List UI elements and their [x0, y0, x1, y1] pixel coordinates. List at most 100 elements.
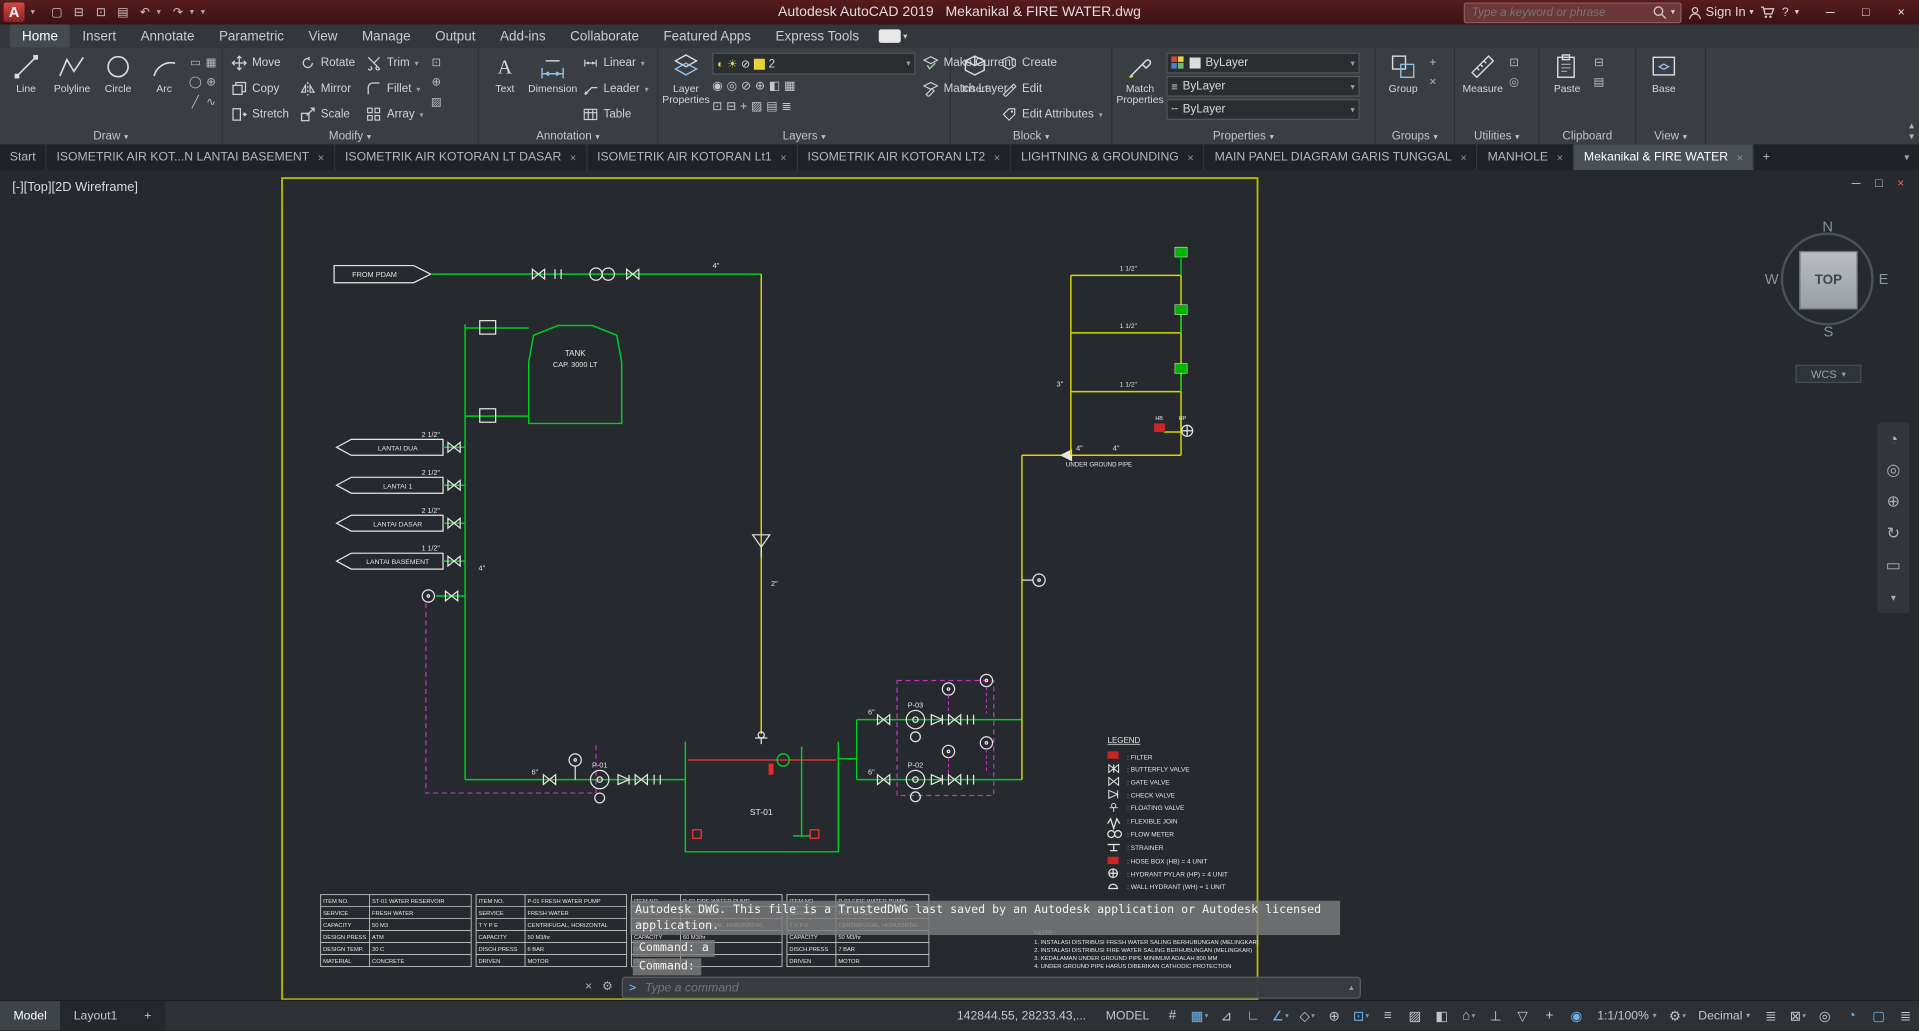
new-tab-button[interactable]: + — [1754, 144, 1778, 170]
search-box[interactable]: ▾ — [1463, 1, 1682, 23]
autocad-logo-icon[interactable]: A — [3, 2, 25, 23]
minimize-button[interactable]: ─ — [1813, 0, 1848, 24]
layer-properties-button[interactable]: Layer Properties — [662, 50, 710, 105]
viewcube-south[interactable]: S — [1824, 323, 1834, 340]
navbar-more-icon[interactable]: ▭ — [1877, 550, 1909, 582]
copy-button[interactable]: Copy — [228, 76, 293, 102]
orbit-icon[interactable]: ↻ — [1877, 518, 1909, 550]
annotation-scale-button[interactable]: 1:1/100% ▾ — [1590, 1009, 1664, 1022]
search-icon[interactable] — [1652, 2, 1667, 22]
units-button[interactable]: Decimal ▾ — [1691, 1009, 1758, 1022]
match-properties-button[interactable]: Match Properties — [1116, 50, 1164, 105]
viewport-controls[interactable]: [-][Top][2D Wireframe] — [12, 180, 138, 195]
array-button[interactable]: Array ▾ — [362, 102, 427, 128]
panel-label-layers[interactable]: Layers ▾ — [658, 129, 949, 145]
object-snap-icon[interactable]: ⊡ ▾ — [1348, 1004, 1375, 1028]
panel-label-annotation[interactable]: Annotation ▾ — [479, 129, 658, 145]
layer-tools-row-2[interactable]: ⊡ ⊟ + ▨ ▤ ≣ — [712, 98, 915, 116]
edit-button[interactable]: Edit — [998, 76, 1107, 102]
tab-featured-apps[interactable]: Featured Apps — [651, 24, 763, 47]
panel-label-modify[interactable]: Modify ▾ — [223, 129, 478, 145]
redo-icon[interactable]: ↷ — [168, 2, 189, 22]
steering-wheel-icon[interactable]: ◔ — [1877, 422, 1909, 454]
polar-tracking-icon[interactable]: ∠ ▾ — [1267, 1004, 1294, 1028]
viewcube-west[interactable]: W — [1765, 270, 1779, 287]
grid-icon[interactable]: # — [1159, 1004, 1186, 1028]
pan-icon[interactable]: ◎ — [1877, 454, 1909, 486]
paste-button[interactable]: Paste — [1544, 50, 1589, 94]
object-color-dropdown[interactable]: ByLayer ▾ — [1166, 52, 1360, 74]
legend[interactable]: LEGEND : FILTER : BUTTERFLY VALVE : GATE… — [1107, 736, 1228, 891]
floor-branch-lantai-1[interactable]: LANTAI 1 2 1/2" — [335, 469, 466, 494]
table-button[interactable]: Table — [579, 102, 652, 128]
quick-properties-icon[interactable]: ≣ — [1757, 1004, 1784, 1028]
layout1-tab[interactable]: Layout1 — [60, 1001, 130, 1030]
layer-lock-icon[interactable]: ⊘ — [741, 57, 750, 70]
doc-close-icon[interactable]: × — [1897, 177, 1904, 190]
command-customize-icon[interactable]: ⚙ — [602, 980, 613, 993]
redo-caret-icon[interactable]: ▾ — [190, 7, 200, 18]
object-snap-tracking-icon[interactable]: ⊕ — [1321, 1004, 1348, 1028]
file-tab[interactable]: LIGHTNING & GROUNDING × — [1011, 144, 1205, 171]
doc-restore-icon[interactable]: □ — [1875, 177, 1882, 190]
rotate-button[interactable]: Rotate — [296, 50, 358, 76]
lineweight-dropdown[interactable]: ≡ ByLayer ▾ — [1166, 75, 1360, 97]
group-button[interactable]: Group — [1381, 50, 1426, 94]
trim-button[interactable]: Trim ▾ — [362, 50, 427, 76]
line-button[interactable]: Line — [5, 50, 47, 94]
workspace-gear-icon[interactable]: ⚙ ▾ — [1664, 1004, 1691, 1028]
viewcube[interactable]: N W E S TOP — [1765, 218, 1889, 340]
draw-extra-tools[interactable]: ▭ ◯ ╱ — [189, 50, 202, 110]
dimension-button[interactable]: Dimension — [528, 50, 577, 94]
hydrant-distribution[interactable]: 4" 4" UNDER GROUND PIPE 1 1/2" 1 1/2" 1 … — [1021, 246, 1194, 468]
tab-collaborate[interactable]: Collaborate — [558, 24, 651, 47]
selection-cycling-icon[interactable]: ◧ — [1428, 1004, 1455, 1028]
modify-extra-tools[interactable]: ⊡ ⊕ ▨ — [431, 50, 442, 110]
fire-riser[interactable] — [1021, 455, 1046, 780]
command-expand-icon[interactable]: ▴ — [1349, 983, 1353, 993]
rooftop-tank[interactable]: TANK CAP. 3000 LT — [465, 320, 623, 425]
close-tab-icon[interactable]: × — [1737, 151, 1743, 163]
command-close-icon[interactable]: × — [585, 980, 592, 993]
search-caret-icon[interactable]: ▾ — [1671, 7, 1675, 18]
file-tab[interactable]: MAIN PANEL DIAGRAM GARIS TUNGGAL × — [1205, 144, 1478, 171]
edit-attributes-button[interactable]: Edit Attributes ▾ — [998, 102, 1107, 128]
tab-home[interactable]: Home — [9, 24, 71, 48]
navbar-caret-icon[interactable]: ▾ — [1877, 581, 1909, 613]
tab-express-tools[interactable]: Express Tools — [763, 24, 871, 47]
tab-manage[interactable]: Manage — [350, 24, 423, 47]
maximize-button[interactable]: □ — [1848, 0, 1883, 24]
groups-extra-tools[interactable]: + × — [1429, 50, 1436, 90]
annotation-visibility-icon[interactable]: ◉ — [1563, 1004, 1590, 1028]
new-file-icon[interactable]: ▢ — [47, 2, 68, 22]
file-tab-active[interactable]: Mekanikal & FIRE WATER × — [1574, 144, 1755, 171]
open-folder-icon[interactable]: ⊟ — [69, 2, 90, 22]
model-space-button[interactable]: MODEL — [1096, 1009, 1159, 1022]
ribbon-display-toggle[interactable]: ▾ — [878, 24, 907, 47]
pdam-supply-line[interactable]: FROM PDAM 4" 2" — [333, 261, 778, 745]
zoom-icon[interactable]: ⊕ — [1877, 486, 1909, 518]
layer-thaw-icon[interactable]: ☀ — [728, 57, 738, 70]
tab-addins[interactable]: Add-ins — [488, 24, 558, 47]
lock-ui-icon[interactable]: ⊠ ▾ — [1784, 1004, 1811, 1028]
wcs-dropdown[interactable]: WCS ▾ — [1795, 364, 1862, 384]
text-button[interactable]: A Text — [483, 50, 526, 94]
new-layout-button[interactable]: + — [131, 1001, 165, 1030]
clipboard-extra-tools[interactable]: ⊟ ▤ — [1593, 50, 1604, 90]
model-space-canvas[interactable]: FROM PDAM 4" 2" TANK CAP. 3000 LT 4" LAN… — [0, 170, 1919, 1002]
equipment-table-p01[interactable]: ITEM NO. P-01 FRESH WATER PUMP SERVICE FRE… — [475, 894, 628, 968]
panel-label-groups[interactable]: Groups ▾ — [1376, 129, 1454, 145]
layer-dropdown-caret-icon[interactable]: ▾ — [906, 59, 910, 69]
model-tab[interactable]: Model — [0, 1001, 61, 1031]
leader-button[interactable]: Leader ▾ — [579, 76, 652, 102]
plot-icon[interactable]: ▤ — [113, 2, 134, 22]
stretch-button[interactable]: Stretch — [228, 102, 293, 128]
viewcube-top-face[interactable]: TOP — [1799, 250, 1858, 310]
floor-branch-lantai-dua[interactable]: LANTAI DUA 2 1/2" — [335, 431, 466, 456]
drawing-frame[interactable] — [281, 177, 1259, 1001]
command-input[interactable] — [642, 979, 1344, 996]
close-tab-icon[interactable]: × — [1460, 151, 1466, 163]
panel-label-clipboard[interactable]: Clipboard — [1540, 129, 1635, 145]
measure-button[interactable]: Measure — [1460, 50, 1505, 94]
cart-icon[interactable] — [1760, 2, 1776, 22]
